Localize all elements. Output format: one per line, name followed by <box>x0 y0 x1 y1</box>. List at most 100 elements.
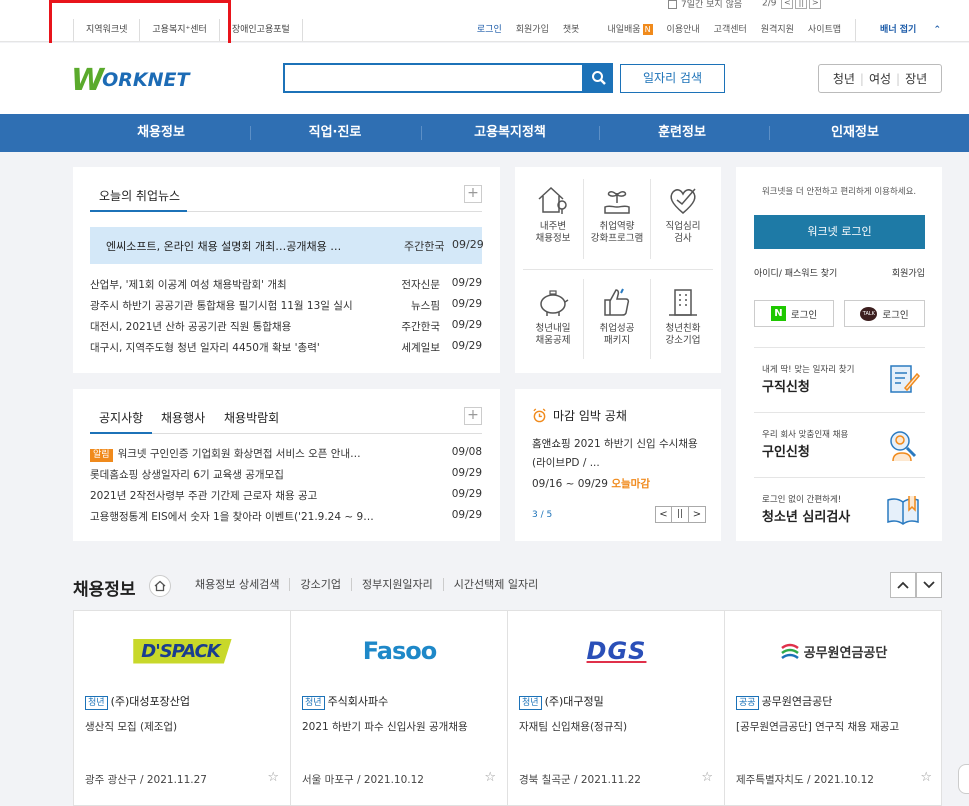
youth-tag: 청년 <box>302 696 325 710</box>
notice-more-button[interactable]: + <box>464 407 482 425</box>
banner-hide-option[interactable]: 7일간 보지 않음 <box>668 0 742 10</box>
news-more-button[interactable]: + <box>464 185 482 203</box>
target-group-buttons: 청년 | 여성 | 장년 <box>818 64 942 93</box>
link-gov-supported-jobs[interactable]: 정부지원일자리 <box>350 578 443 591</box>
naeil-link[interactable]: 내일배움 N <box>593 19 653 41</box>
star-icon[interactable]: ☆ <box>267 770 279 785</box>
kakao-login-button[interactable]: TALK 로그인 <box>844 300 925 327</box>
sitemap-link[interactable]: 사이트맵 <box>808 19 841 41</box>
job-section-title: 채용정보 <box>73 580 136 600</box>
deadline-panel: 마감 임박 공채 홈앤쇼핑 2021 하반기 신입 수시채용 (라이브PD / … <box>515 389 721 541</box>
senior-button[interactable]: 장년 <box>905 70 927 87</box>
quicklink-employability-program[interactable]: 취업역량 강화프로그램 <box>587 183 647 245</box>
worknet-logo[interactable]: W ORKNET <box>71 63 189 98</box>
company-logo-gepco: 공무원연금공단 <box>803 645 888 661</box>
tab-today-news[interactable]: 오늘의 취업뉴스 <box>99 187 180 204</box>
employer-registration-link[interactable]: 우리 회사 맞춤인재 채용 구인신청 <box>754 413 925 477</box>
login-link[interactable]: 로그인 <box>477 19 502 41</box>
alarm-clock-icon <box>533 408 546 423</box>
thumbs-up-icon <box>604 288 630 316</box>
link-regional-worknet[interactable]: 지역워크넷 <box>73 19 139 41</box>
star-icon[interactable]: ☆ <box>701 770 713 785</box>
tab-job-fair[interactable]: 채용박람회 <box>224 409 279 426</box>
next-button[interactable]: > <box>809 0 822 9</box>
worknet-login-button[interactable]: 워크넷 로그인 <box>754 215 925 249</box>
notice-item[interactable]: 고용행정통계 EIS에서 숫자 1을 찾아라 이벤트('21.9.24 ~ 9…… <box>90 509 482 525</box>
heart-check-icon <box>670 188 696 214</box>
tab-notice[interactable]: 공지사항 <box>99 409 143 426</box>
job-card[interactable]: DGS 청년 (주)대구정밀 자재팀 신입채용(정규직) 경북 칠곡군 / 202… <box>508 611 725 806</box>
company-logo-dspack: D'SPACK <box>133 638 232 664</box>
quicklink-success-package[interactable]: 취업성공 패키지 <box>587 285 647 347</box>
scroll-down-button[interactable] <box>916 572 942 598</box>
chatbot-link[interactable]: 챗봇 <box>563 19 580 41</box>
scroll-up-button[interactable] <box>890 572 916 598</box>
nav-talent-info[interactable]: 인재정보 <box>770 114 940 152</box>
news-item[interactable]: 대전시, 2021년 산하 공공기관 직원 통합채용 주간한국 09/29 <box>90 319 482 335</box>
news-item[interactable]: 광주시 하반기 공공기관 통합채용 필기시험 11월 13일 실시 뉴스핌 09/2… <box>90 298 482 314</box>
pause-button[interactable]: || <box>795 0 808 9</box>
checkbox-icon[interactable] <box>668 0 677 9</box>
link-disabled-employment-portal[interactable]: 장애인고용포털 <box>218 19 303 41</box>
job-card[interactable]: D'SPACK 청년 (주)대성포장산업 생산직 모집 (제조업) 광주 광산구 … <box>74 611 291 806</box>
next-button[interactable]: > <box>689 506 706 523</box>
notice-item[interactable]: 알림 워크넷 구인인증 기업회원 화상면접 서비스 오픈 안내… 09/08 <box>90 446 482 462</box>
top-banner-strip: 7일간 보지 않음 2/9 < || > <box>0 0 969 10</box>
job-section-home-button[interactable] <box>149 575 171 597</box>
search-button[interactable] <box>584 63 613 93</box>
nav-welfare-policy[interactable]: 고용복지정책 <box>425 114 595 152</box>
naver-login-button[interactable]: N 로그인 <box>754 300 834 327</box>
find-id-password-link[interactable]: 아이디/ 패스워드 찾기 <box>754 266 837 279</box>
youth-button[interactable]: 청년 <box>833 70 855 87</box>
customer-center-link[interactable]: 고객센터 <box>714 19 747 41</box>
nav-career[interactable]: 직업·진로 <box>250 114 420 152</box>
prev-button[interactable]: < <box>655 506 672 523</box>
company-logo-dgs: DGS <box>586 637 647 665</box>
link-small-giant[interactable]: 강소기업 <box>289 578 350 591</box>
banner-toggle-button[interactable]: 배너 접기 ⌃ <box>855 19 941 41</box>
public-tag: 공공 <box>736 696 759 710</box>
news-item[interactable]: 산업부, '제1회 이공계 여성 채용박람회' 개최 전자신문 09/29 <box>90 277 482 293</box>
quick-links-panel: 내주변 채용정보 취업역량 강화프로그램 직업심리 검사 청년내일 채움공제 취업성공 패… <box>515 167 721 373</box>
tab-hiring-events[interactable]: 채용행사 <box>161 409 205 426</box>
house-map-icon <box>538 186 567 214</box>
news-item[interactable]: 대구시, 지역주도형 청년 일자리 4450개 확보 '총력' 세계일보 09/29 <box>90 340 482 356</box>
kakao-icon: TALK <box>860 306 878 321</box>
women-button[interactable]: 여성 <box>869 70 891 87</box>
pause-button[interactable]: || <box>672 506 689 523</box>
login-intro: 워크넷을 더 안전하고 편리하게 이용하세요. <box>761 187 917 197</box>
star-icon[interactable]: ☆ <box>484 770 496 785</box>
quicklink-youth-friendly-company[interactable]: 청년친화 강소기업 <box>653 285 713 347</box>
family-site-links: 지역워크넷 고용복지⁺센터 장애인고용포털 <box>73 19 303 41</box>
quicklink-youth-savings[interactable]: 청년내일 채움공제 <box>523 285 583 347</box>
quicklink-psych-test[interactable]: 직업심리 검사 <box>653 183 713 245</box>
guide-link[interactable]: 이용안내 <box>667 19 700 41</box>
youth-psych-test-link[interactable]: 로그인 없이 간편하게! 청소년 심리검사 <box>754 478 925 541</box>
link-employment-welfare-center[interactable]: 고용복지⁺센터 <box>139 19 218 41</box>
job-card[interactable]: 공무원연금공단 공공 공무원연금공단 [공무원연금공단] 연구직 채용 재공고 제… <box>725 611 943 806</box>
remote-support-link[interactable]: 원격지원 <box>761 19 794 41</box>
signup-link[interactable]: 회원가입 <box>516 19 549 41</box>
chevron-down-icon <box>923 581 935 589</box>
floating-scroll-handle[interactable] <box>958 764 969 794</box>
quicklink-nearby-jobs[interactable]: 내주변 채용정보 <box>523 183 583 245</box>
deadline-job[interactable]: 홈앤쇼핑 2021 하반기 신입 수시채용 (라이브PD / ... <box>532 435 712 473</box>
news-headline[interactable]: 엔씨소프트, 온라인 채용 설명회 개최…공개채용 … 주간한국 09/29 <box>90 227 484 264</box>
job-list: D'SPACK 청년 (주)대성포장산업 생산직 모집 (제조업) 광주 광산구 … <box>73 610 942 806</box>
star-icon[interactable]: ☆ <box>920 770 932 785</box>
search-box <box>283 63 584 93</box>
company-logo-fasoo: Fasoo <box>362 637 437 665</box>
main-navigation: 채용정보 직업·진로 고용복지정책 훈련정보 인재정보 <box>0 114 969 152</box>
prev-button[interactable]: < <box>781 0 794 9</box>
job-search-button[interactable]: 일자리 검색 <box>620 64 725 93</box>
job-card[interactable]: Fasoo 청년 주식회사파수 2021 하반기 파수 신입사원 공개채용 서울 … <box>291 611 508 806</box>
notice-item[interactable]: 롯데홈쇼핑 상생일자리 6기 교육생 공개모집 09/29 <box>90 467 482 483</box>
link-part-time-jobs[interactable]: 시간선택제 일자리 <box>442 578 548 591</box>
nav-training-info[interactable]: 훈련정보 <box>597 114 767 152</box>
job-seeker-registration-link[interactable]: 내게 딱! 맞는 일자리 찾기 구직신청 <box>754 348 925 412</box>
link-detailed-search[interactable]: 채용정보 상세검색 <box>195 578 289 591</box>
signup-link[interactable]: 회원가입 <box>892 266 925 279</box>
search-input[interactable] <box>285 65 582 91</box>
notice-item[interactable]: 2021년 2작전사령부 주관 기간제 근로자 채용 공고 09/29 <box>90 488 482 504</box>
nav-job-info[interactable]: 채용정보 <box>76 114 246 152</box>
